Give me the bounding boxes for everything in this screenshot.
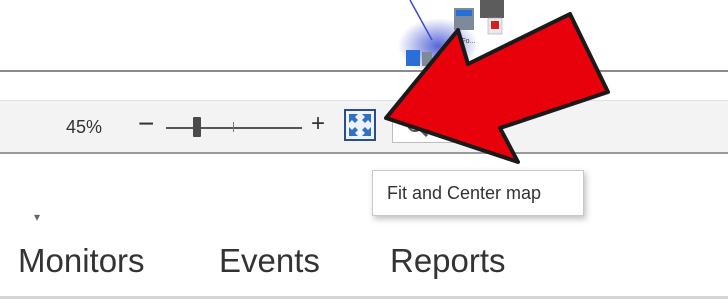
- zoom-slider-thumb[interactable]: [193, 117, 202, 137]
- toolbar-divider: [0, 152, 728, 154]
- fit-to-screen-icon: [349, 114, 371, 136]
- nav-divider: [0, 296, 728, 299]
- fit-center-tooltip: Fit and Center map: [372, 170, 584, 216]
- tab-reports[interactable]: Reports: [390, 242, 506, 280]
- zoom-percent-label: 45%: [66, 117, 103, 137]
- zoom-out-button[interactable]: −: [138, 110, 154, 138]
- map-zoom-toolbar: 45% − +: [0, 100, 728, 153]
- tab-events[interactable]: Events: [219, 242, 320, 280]
- tab-monitors[interactable]: Monitors: [18, 242, 145, 280]
- zoom-slider-tick: [233, 122, 234, 132]
- zoom-slider-track[interactable]: [166, 127, 302, 129]
- red-arrow-icon: [384, 12, 610, 164]
- chevron-down-icon[interactable]: ▾: [34, 210, 40, 224]
- network-map-canvas[interactable]: MyFo...: [0, 0, 728, 72]
- panel-gap: [0, 72, 728, 100]
- fit-and-center-map-button[interactable]: [344, 109, 376, 141]
- zoom-in-button[interactable]: +: [311, 112, 325, 136]
